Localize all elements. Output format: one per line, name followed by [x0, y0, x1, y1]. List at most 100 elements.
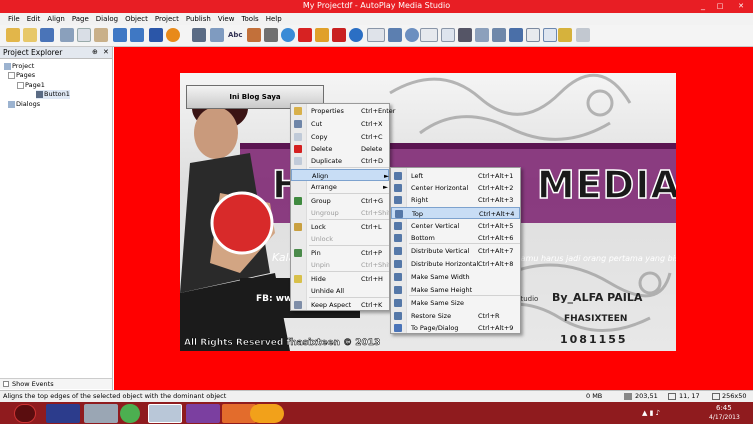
cut-icon	[294, 120, 302, 128]
align-item-center-vertical[interactable]: Center Vertical Ctrl+Alt+5	[391, 220, 520, 232]
context-item-keep-aspect[interactable]: Keep Aspect Ctrl+K	[291, 299, 389, 311]
context-item-cut[interactable]: Cut Ctrl+X	[291, 118, 389, 130]
align-item-make-same-width[interactable]: Make Same Width	[391, 271, 520, 283]
flash-object-icon[interactable]	[298, 28, 312, 42]
web-object-icon[interactable]	[281, 28, 295, 42]
context-item-group[interactable]: Group Ctrl+G	[291, 195, 389, 207]
undo-icon[interactable]	[113, 28, 127, 42]
tree-item-button1[interactable]: Button1	[36, 90, 70, 99]
menu-item-shortcut: Ctrl+X	[361, 120, 383, 128]
object-position-icon	[668, 393, 676, 400]
menu-project[interactable]: Project	[152, 13, 182, 25]
context-item-ungroup[interactable]: Ungroup Ctrl+Shift+G	[291, 207, 403, 219]
minimize-button[interactable]: _	[696, 1, 710, 11]
more-tools-icon[interactable]	[576, 28, 590, 42]
align-item-center-horizontal[interactable]: Center Horizontal Ctrl+Alt+2	[391, 182, 520, 194]
grid-object-icon[interactable]	[475, 28, 489, 42]
show-events-toggle[interactable]: Show Events	[0, 378, 112, 389]
align-item-left[interactable]: Left Ctrl+Alt+1	[391, 170, 520, 182]
menu-file[interactable]: File	[5, 13, 23, 25]
menu-object[interactable]: Object	[122, 13, 151, 25]
context-item-copy[interactable]: Copy Ctrl+C	[291, 131, 389, 143]
taskbar-autoplay-icon[interactable]	[148, 404, 182, 423]
pencil-icon[interactable]	[558, 28, 572, 42]
context-item-pin[interactable]: Pin Ctrl+P	[291, 247, 389, 259]
explorer-header: Project Explorer ⊕ ✕	[0, 47, 112, 59]
save-icon[interactable]	[40, 28, 54, 42]
align-item-right[interactable]: Right Ctrl+Alt+3	[391, 194, 520, 206]
combobox-object-icon[interactable]	[420, 28, 438, 42]
menu-item-label: Unhide All	[311, 287, 345, 295]
maximize-button[interactable]: □	[713, 1, 727, 11]
redo-icon[interactable]	[130, 28, 144, 42]
tree-item-dialogs[interactable]: Dialogs	[8, 100, 40, 109]
paragraph-object-label[interactable]: Abc	[228, 31, 243, 39]
radio-object-icon[interactable]	[405, 28, 419, 42]
menu-help[interactable]: Help	[263, 13, 285, 25]
checkbox-object-icon[interactable]	[388, 28, 402, 42]
menu-align[interactable]: Align	[44, 13, 68, 25]
menu-item-shortcut: ►	[383, 183, 388, 191]
tree-item-page1[interactable]: Page1	[17, 81, 45, 90]
taskbar-app-media-icon[interactable]	[46, 404, 80, 423]
start-button[interactable]	[14, 404, 36, 423]
context-menu: Properties Ctrl+Enter Cut Ctrl+X Copy Ctrl+C D…	[290, 103, 403, 311]
taskbar-app-purple-icon[interactable]	[186, 404, 220, 423]
menu-view[interactable]: View	[215, 13, 238, 25]
context-item-hide[interactable]: Hide Ctrl+H	[291, 273, 389, 285]
align-left-icon	[394, 172, 402, 180]
slideshow-object-icon[interactable]	[492, 28, 506, 42]
align-item-to-page-dialog[interactable]: To Page/Dialog Ctrl+Alt+9	[391, 322, 520, 334]
pin-icon[interactable]: ⊕	[92, 48, 98, 56]
close-button[interactable]: ✕	[734, 1, 748, 11]
context-item-arrange[interactable]: Arrange ►	[291, 181, 389, 193]
context-item-delete[interactable]: Delete Delete	[291, 143, 389, 155]
taskbar-chrome-icon[interactable]	[120, 404, 140, 423]
group-icon	[294, 197, 302, 205]
tree-item-pages[interactable]: Pages	[8, 71, 35, 80]
menu-tools[interactable]: Tools	[238, 13, 261, 25]
align-item-distribute-horizontal[interactable]: Distribute Horizontal Ctrl+Alt+8	[391, 258, 520, 270]
context-item-unlock[interactable]: Unlock	[291, 233, 389, 245]
taskbar-app-yellow-icon[interactable]	[250, 404, 284, 423]
by-text: By_ALFA PAILA	[552, 291, 643, 304]
align-item-distribute-vertical[interactable]: Distribute Vertical Ctrl+Alt+7	[391, 245, 520, 257]
video-object-icon[interactable]	[315, 28, 329, 42]
image-object-icon[interactable]	[247, 28, 261, 42]
3d-object-icon[interactable]	[264, 28, 278, 42]
tree-item-project[interactable]: Project	[4, 62, 34, 71]
tree-object-icon[interactable]	[458, 28, 472, 42]
align-item-top[interactable]: Top Ctrl+Alt+4	[391, 207, 520, 219]
context-item-unpin[interactable]: Unpin Ctrl+Shift+P	[291, 259, 402, 271]
taskbar-app-explorer-icon[interactable]	[84, 404, 118, 423]
copy-icon[interactable]	[77, 28, 91, 42]
progress-object-icon[interactable]	[509, 28, 523, 42]
plugin-object-icon[interactable]	[543, 28, 557, 42]
label-object-icon[interactable]	[210, 28, 224, 42]
menu-edit[interactable]: Edit	[24, 13, 44, 25]
publish-icon[interactable]	[166, 28, 180, 42]
menu-page[interactable]: Page	[69, 13, 92, 25]
wizard-icon[interactable]	[6, 28, 20, 42]
browser-object-icon[interactable]	[349, 28, 363, 42]
pdf-object-icon[interactable]	[332, 28, 346, 42]
open-folder-icon[interactable]	[23, 28, 37, 42]
align-item-make-same-size[interactable]: Make Same Size	[391, 297, 520, 309]
context-item-properties[interactable]: Properties Ctrl+Enter	[291, 105, 395, 117]
context-item-lock[interactable]: Lock Ctrl+L	[291, 221, 389, 233]
listbox-object-icon[interactable]	[441, 28, 455, 42]
context-item-align[interactable]: Align ►	[291, 169, 389, 181]
paste-icon[interactable]	[94, 28, 108, 42]
slider-object-icon[interactable]	[526, 28, 540, 42]
close-icon[interactable]: ✕	[103, 48, 109, 56]
show-events-checkbox[interactable]	[3, 381, 9, 387]
preview-icon[interactable]	[149, 28, 163, 42]
align-item-restore-size[interactable]: Restore Size Ctrl+R	[391, 310, 520, 322]
menu-publish[interactable]: Publish	[183, 13, 214, 25]
menu-dialog[interactable]: Dialog	[93, 13, 121, 25]
context-item-duplicate[interactable]: Duplicate Ctrl+D	[291, 155, 389, 167]
input-object-icon[interactable]	[367, 28, 385, 42]
cut-icon[interactable]	[60, 28, 74, 42]
button-object-icon[interactable]	[192, 28, 206, 42]
context-item-unhide-all[interactable]: Unhide All	[291, 285, 389, 297]
